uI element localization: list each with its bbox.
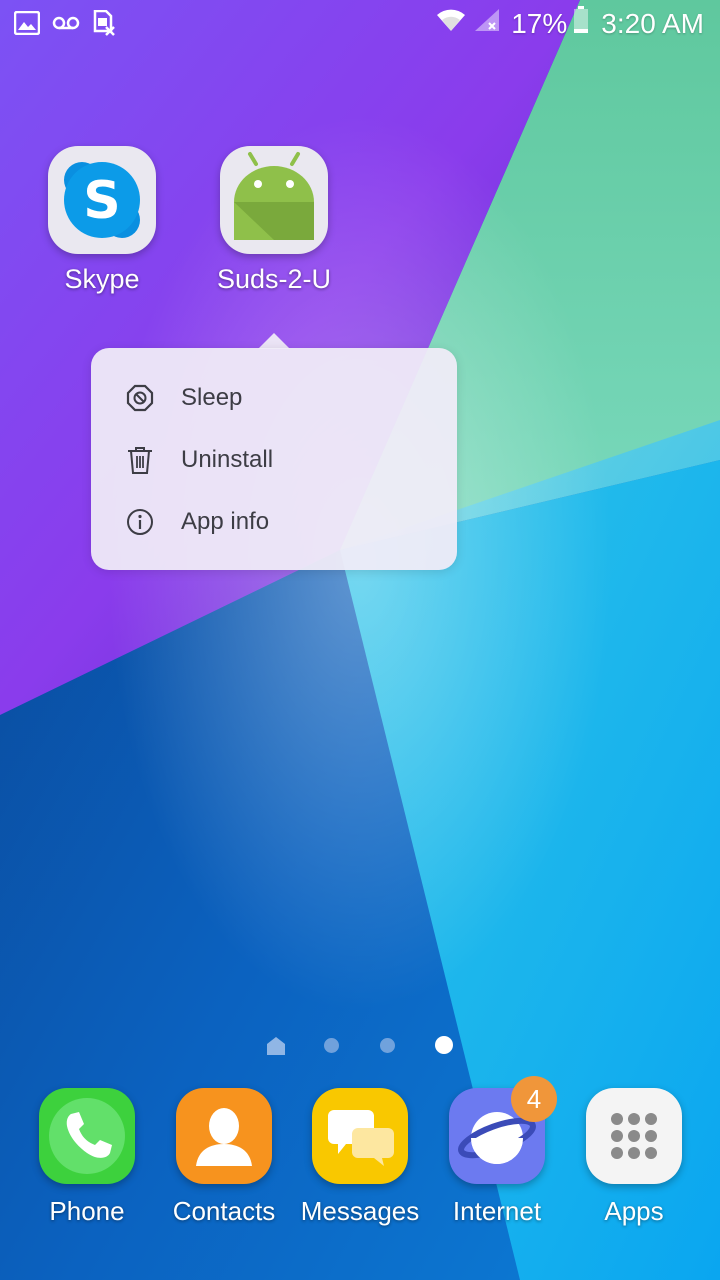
sleep-icon: [125, 383, 155, 413]
page-dot[interactable]: [380, 1038, 395, 1053]
menu-item-sleep[interactable]: Sleep: [91, 367, 457, 429]
wifi-icon: [435, 7, 467, 40]
system-status: 17% 3:20 AM: [435, 6, 704, 41]
android-icon: [220, 146, 328, 254]
dock-label: Messages: [300, 1196, 420, 1226]
page-dot[interactable]: [324, 1038, 339, 1053]
skype-icon: S: [48, 146, 156, 254]
internet-icon: 4: [449, 1076, 557, 1184]
app-suds-2-u[interactable]: Suds-2-U: [204, 146, 344, 295]
battery-icon: [573, 6, 589, 41]
no-sim-icon: [92, 9, 116, 41]
dock-app-apps[interactable]: Apps: [569, 1088, 699, 1227]
trash-icon: [125, 445, 155, 475]
dock-app-contacts[interactable]: Contacts: [159, 1088, 289, 1227]
app-label: Skype: [64, 264, 140, 294]
messages-icon: [312, 1088, 408, 1184]
menu-item-label: App info: [181, 508, 270, 535]
menu-item-app-info[interactable]: App info: [91, 491, 457, 553]
menu-item-uninstall[interactable]: Uninstall: [91, 429, 457, 491]
page-dot-active[interactable]: [435, 1036, 453, 1054]
dock-label: Apps: [604, 1196, 664, 1226]
status-bar: 17% 3:20 AM: [0, 0, 720, 50]
voicemail-icon: [52, 15, 80, 36]
dock-label: Phone: [49, 1196, 125, 1226]
menu-item-label: Uninstall: [181, 446, 274, 473]
svg-text:S: S: [83, 171, 120, 231]
menu-item-label: Sleep: [181, 384, 243, 411]
dock-label: Internet: [452, 1196, 542, 1226]
dock-app-phone[interactable]: Phone: [22, 1088, 152, 1227]
page-indicator: [0, 1034, 720, 1058]
notification-icons: [13, 9, 116, 41]
contacts-icon: [176, 1088, 272, 1184]
battery-percent: 17%: [511, 7, 568, 39]
info-icon: [125, 507, 155, 537]
dock-app-messages[interactable]: Messages: [295, 1088, 425, 1227]
dock-label: Contacts: [172, 1196, 276, 1226]
gallery-icon: [13, 10, 41, 40]
clock: 3:20 AM: [601, 7, 704, 39]
home-page-indicator-icon[interactable]: [266, 1036, 286, 1061]
context-menu-arrow: [258, 333, 290, 349]
apps-grid-icon: [586, 1088, 682, 1184]
app-skype[interactable]: S Skype: [32, 146, 172, 295]
app-context-menu: Sleep Uninstall App info: [91, 348, 457, 570]
notification-badge: 4: [511, 1076, 557, 1122]
phone-icon: [39, 1088, 135, 1184]
no-signal-icon: [473, 7, 501, 40]
app-label: Suds-2-U: [216, 264, 332, 294]
dock-app-internet[interactable]: 4 Internet: [432, 1076, 562, 1227]
